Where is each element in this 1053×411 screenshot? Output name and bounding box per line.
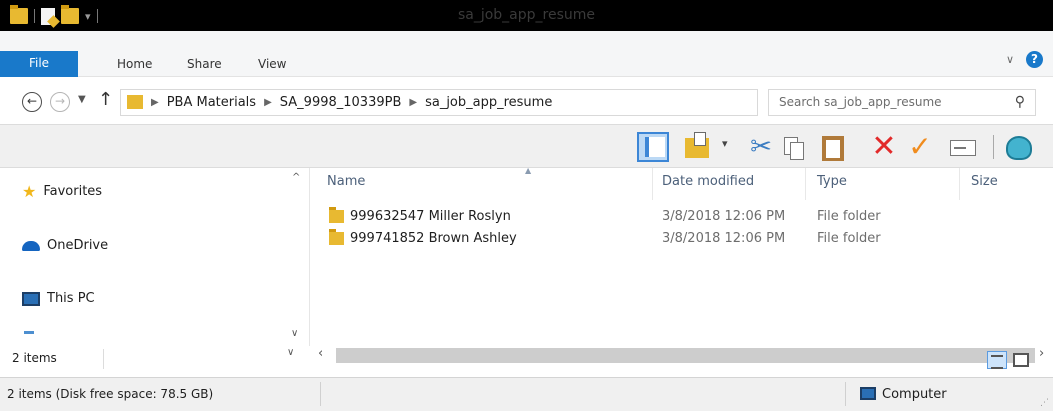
file-date: 3/8/2018 12:06 PM (662, 231, 786, 246)
large-icons-view-icon[interactable] (1013, 353, 1029, 367)
title-bar: ▾ sa_job_app_resume (0, 0, 1053, 31)
column-divider[interactable] (959, 168, 960, 200)
window-title: sa_job_app_resume (457, 7, 596, 23)
file-name: 999632547 Miller Roslyn (350, 209, 511, 224)
computer-icon (22, 291, 40, 306)
address-row: ← → ▼ ↑ ▶ PBA Materials ▶ SA_9998_10339P… (0, 78, 1053, 124)
back-button[interactable]: ← (22, 92, 42, 112)
search-icon[interactable]: ⚲ (1015, 94, 1025, 110)
column-header-size[interactable]: Size (971, 174, 998, 189)
breadcrumb-current-folder[interactable]: sa_job_app_resume (425, 95, 552, 110)
disk-free-space: 2 items (Disk free space: 78.5 GB) (7, 387, 214, 401)
item-count: 2 items (12, 351, 57, 365)
folder-icon (329, 229, 344, 245)
delete-icon[interactable]: ✕ (870, 132, 898, 162)
scroll-up-icon[interactable]: ^ (292, 172, 300, 183)
status-divider (845, 382, 846, 406)
nav-item-onedrive[interactable]: OneDrive (22, 238, 108, 253)
nav-item-label: OneDrive (47, 238, 109, 253)
status-divider (320, 382, 321, 406)
command-toolbar: ▾ ✂ ✕ ✓ (0, 124, 1053, 168)
ribbon: File Home Share View ∨ ? (0, 31, 1053, 77)
zone-label: Computer (882, 387, 947, 402)
cut-icon[interactable]: ✂ (748, 132, 774, 162)
address-bar[interactable]: ▶ PBA Materials ▶ SA_9998_10339PB ▶ sa_j… (120, 89, 860, 116)
nav-item-label: This PC (47, 291, 95, 306)
file-name: 999741852 Brown Ashley (350, 231, 517, 246)
folder-properties-icon[interactable] (685, 132, 713, 162)
toolbar-divider (993, 135, 994, 159)
chevron-right-icon[interactable]: ▶ (409, 97, 417, 108)
nav-scrollbar[interactable]: ^ ∨ (288, 168, 308, 346)
tab-file[interactable]: File (0, 51, 78, 77)
nav-item-this-pc[interactable]: This PC (22, 291, 95, 306)
breadcrumb-sa-9998[interactable]: SA_9998_10339PB (280, 95, 402, 110)
star-icon: ★ (22, 182, 37, 201)
file-date: 3/8/2018 12:06 PM (662, 209, 786, 224)
column-header-type[interactable]: Type (817, 174, 847, 189)
sort-ascending-icon: ▲ (525, 166, 532, 175)
chevron-down-icon[interactable]: ▾ (722, 137, 728, 150)
rename-icon[interactable] (948, 132, 978, 162)
folder-icon (329, 207, 344, 223)
status-divider (103, 349, 104, 369)
chevron-right-icon[interactable]: ▶ (264, 97, 272, 108)
folder-icon (127, 95, 143, 109)
help-icon[interactable]: ? (1026, 51, 1043, 68)
nav-item-favorites[interactable]: ★ Favorites (22, 182, 102, 201)
tab-view[interactable]: View (258, 57, 286, 71)
computer-icon (860, 387, 876, 400)
checkmark-icon[interactable]: ✓ (906, 132, 934, 162)
scroll-down-icon[interactable]: ∨ (291, 328, 298, 339)
items-status-row: 2 items (0, 346, 1053, 371)
status-bar: 2 items (Disk free space: 78.5 GB) Compu… (0, 377, 1053, 411)
column-divider[interactable] (652, 168, 653, 200)
copy-icon[interactable] (781, 132, 807, 162)
ribbon-controls: ∨ ? (1006, 51, 1043, 68)
chevron-right-icon[interactable]: ▶ (151, 97, 159, 108)
details-view-icon[interactable] (987, 351, 1007, 369)
ribbon-tabs: File Home Share View (0, 31, 1053, 77)
column-header-name[interactable]: Name (327, 174, 365, 189)
file-type: File folder (817, 209, 881, 224)
navigation-pane-toggle-icon[interactable] (637, 132, 669, 162)
up-arrow-icon[interactable]: ↑ (98, 89, 113, 110)
breadcrumb-pba-materials[interactable]: PBA Materials (167, 95, 256, 110)
paste-icon[interactable] (820, 132, 846, 162)
expand-ribbon-icon[interactable]: ∨ (1006, 53, 1014, 66)
forward-button[interactable]: → (50, 92, 70, 112)
breadcrumb: ▶ PBA Materials ▶ SA_9998_10339PB ▶ sa_j… (151, 95, 552, 110)
cloud-icon (22, 240, 40, 251)
column-header-date-modified[interactable]: Date modified (662, 174, 754, 189)
nav-item-label: Favorites (43, 184, 103, 199)
network-icon[interactable] (24, 331, 34, 334)
search-box[interactable]: ⚲ (768, 89, 1036, 116)
tab-home[interactable]: Home (117, 57, 152, 71)
resize-grip-icon[interactable]: ⋰ (1040, 398, 1049, 408)
shell-icon[interactable] (1003, 132, 1035, 162)
table-row[interactable]: 999741852 Brown Ashley 3/8/2018 12:06 PM… (311, 229, 1053, 250)
tab-share[interactable]: Share (187, 57, 222, 71)
search-input[interactable] (779, 95, 999, 109)
column-divider[interactable] (805, 168, 806, 200)
file-type: File folder (817, 231, 881, 246)
file-list: ▲ Name Date modified Type Size 999632547… (311, 166, 1053, 346)
navigation-pane: ★ Favorites OneDrive This PC ^ ∨ (0, 168, 310, 346)
recent-locations-icon[interactable]: ▼ (78, 94, 86, 105)
table-row[interactable]: 999632547 Miller Roslyn 3/8/2018 12:06 P… (311, 207, 1053, 228)
